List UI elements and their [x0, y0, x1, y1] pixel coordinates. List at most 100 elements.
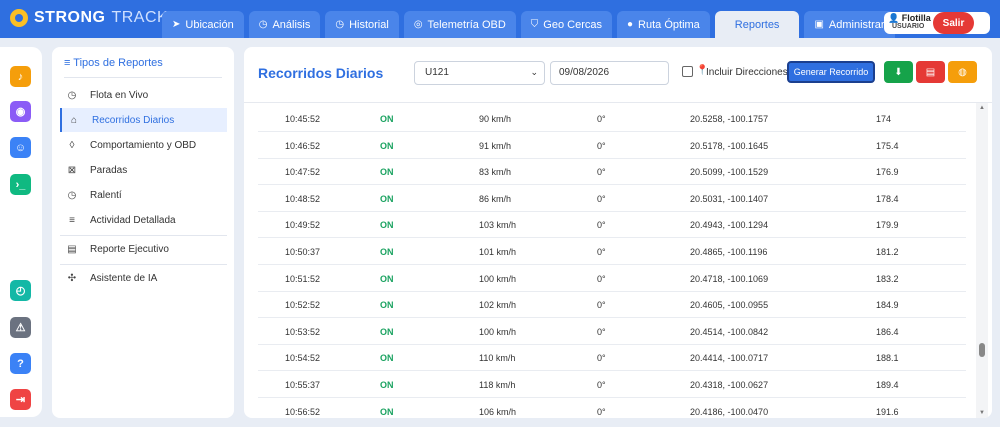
scroll-up-icon[interactable]: ▲ [979, 105, 985, 111]
scrollbar[interactable]: ▲ ▼ [976, 103, 988, 418]
tab-label: Telemetría OBD [427, 18, 506, 31]
speed-cell: 110 km/h [479, 353, 516, 364]
status-cell: ON [380, 380, 394, 390]
chevron-down-icon: ⌄ [530, 67, 538, 77]
table-row[interactable]: 10:53:52 ON 100 km/h 0° 20.4514, -100.0842 18… [258, 318, 966, 345]
bell-icon[interactable]: ♪ [10, 66, 31, 87]
table-row[interactable]: 10:46:52 ON 91 km/h 0° 20.5178, -100.1645 175… [258, 132, 966, 159]
tab-ruta-ptima[interactable]: ● Ruta Óptima [617, 11, 710, 38]
report-type-label: Reporte Ejecutivo [90, 243, 169, 255]
coordinates-cell: 20.5031, -100.1407 [690, 193, 769, 204]
include-directions-label: Incluir Direcciones [706, 67, 788, 78]
coordinates-cell: 20.4718, -100.1069 [690, 273, 769, 284]
tab-reportes[interactable]: Reportes [714, 11, 800, 38]
map-pin-icon[interactable]: ◉ [10, 101, 31, 122]
time-cell: 10:55:37 [285, 380, 321, 390]
globe-button[interactable]: ◍ [948, 61, 977, 83]
tab-label: Historial [349, 18, 389, 31]
status-cell: ON [380, 273, 394, 284]
status-cell: ON [380, 167, 394, 178]
help-icon[interactable]: ? [10, 353, 31, 374]
tab-historial[interactable]: ◷ Historial [325, 11, 399, 38]
report-type-paradas[interactable]: ⊠ Paradas [60, 158, 227, 182]
clock-icon: ◷ [67, 89, 77, 101]
report-type-reporte-ejecutivo[interactable]: ▤ Reporte Ejecutivo [60, 237, 227, 261]
vehicle-select[interactable]: U121 ⌄ [414, 61, 545, 85]
exit-icon[interactable]: ⇥ [10, 389, 31, 410]
scroll-thumb[interactable] [979, 343, 985, 357]
speed-cell: 90 km/h [479, 114, 512, 124]
date-input[interactable]: 09/08/2026 [550, 61, 669, 85]
generate-route-button[interactable]: Generar Recorrido [787, 61, 875, 83]
time-cell: 10:52:52 [285, 300, 321, 311]
divider [64, 77, 222, 78]
network-icon: ✣ [67, 272, 77, 284]
report-type-ralent-[interactable]: ◷ Ralentí [60, 183, 227, 207]
tab-ubicaci-n[interactable]: ➤ Ubicación [162, 11, 244, 38]
speed-cell: 103 km/h [479, 220, 517, 231]
report-type-recorridos-diarios[interactable]: ⌂ Recorridos Diarios [60, 108, 227, 132]
time-cell: 10:54:52 [285, 353, 321, 364]
timer-icon[interactable]: ◴ [10, 280, 31, 301]
tab-label: Análisis [272, 18, 311, 31]
status-cell: ON [380, 114, 394, 124]
heading-cell: 0° [597, 326, 606, 337]
time-cell: 10:50:37 [285, 247, 321, 257]
coordinates-cell: 20.4865, -100.1196 [690, 247, 768, 257]
status-cell: ON [380, 326, 394, 337]
terminal-icon[interactable]: ›_ [10, 174, 31, 195]
odometer-cell: 179.9 [876, 220, 899, 231]
odometer-cell: 188.1 [876, 353, 899, 364]
panel-title: ≡ Tipos de Reportes [64, 57, 163, 69]
tab-label: Geo Cercas [543, 18, 602, 31]
download-button[interactable]: ⬇ [884, 61, 913, 83]
status-cell: ON [380, 193, 394, 204]
status-cell: ON [380, 353, 394, 364]
table-row[interactable]: 10:48:52 ON 86 km/h 0° 20.5031, -100.1407 178… [258, 185, 966, 212]
tab-geo-cercas[interactable]: ⛉ Geo Cercas [520, 11, 612, 38]
shield-icon: ⛉ [530, 19, 539, 30]
odometer-cell: 181.2 [876, 247, 899, 257]
time-cell: 10:56:52 [285, 406, 321, 417]
divider [60, 264, 227, 265]
speed-cell: 83 km/h [479, 167, 512, 178]
tab-an-lisis[interactable]: ◷ Análisis [248, 11, 321, 38]
tab-administrar[interactable]: ▣ Administrar [804, 11, 895, 38]
send-icon: ➤ [172, 19, 181, 30]
divider [60, 235, 227, 236]
tab-telemetr-a-obd[interactable]: ◎ Telemetría OBD [403, 11, 516, 38]
status-cell: ON [380, 247, 394, 257]
top-bar: STRONG TRACK ➤ Ubicación ◷ Análisis ◷ Histori… [0, 0, 1000, 38]
odometer-cell: 183.2 [876, 273, 899, 284]
table-row[interactable]: 10:54:52 ON 110 km/h 0° 20.4414, -100.0717 18… [258, 344, 966, 372]
table-row[interactable]: 10:49:52 ON 103 km/h 0° 20.4943, -100.1294 17… [258, 211, 966, 239]
alert-icon[interactable]: ⚠ [10, 317, 31, 338]
logout-button[interactable]: Salir [933, 12, 974, 34]
report-type-label: Flota en Vivo [90, 89, 149, 101]
heading-cell: 0° [597, 114, 606, 124]
table-row[interactable]: 10:52:52 ON 102 km/h 0° 20.4605, -100.0955 18… [258, 291, 966, 319]
report-type-asistente-de-ia[interactable]: ✣ Asistente de IA [60, 266, 227, 290]
scroll-down-icon[interactable]: ▼ [979, 410, 985, 416]
table-row[interactable]: 10:55:37 ON 118 km/h 0° 20.4318, -100.0627 18… [258, 371, 966, 398]
report-type-flota-en-vivo[interactable]: ◷ Flota en Vivo [60, 83, 227, 107]
table-row[interactable]: 10:47:52 ON 83 km/h 0° 20.5099, -100.1529 176… [258, 158, 966, 186]
status-cell: ON [380, 140, 394, 151]
report-type-label: Asistente de IA [90, 272, 158, 284]
report-type-actividad-detallada[interactable]: ≡ Actividad Detallada [60, 208, 227, 232]
table-row[interactable]: 10:51:52 ON 100 km/h 0° 20.4718, -100.1069 18… [258, 265, 966, 292]
table-row[interactable]: 10:50:37 ON 101 km/h 0° 20.4865, -100.1196 18… [258, 238, 966, 265]
logo-icon [10, 9, 28, 27]
table-row[interactable]: 10:45:52 ON 90 km/h 0° 20.5258, -100.1757 174 [258, 105, 966, 132]
pdf-button[interactable]: ▤ [916, 61, 945, 83]
user-icon[interactable]: ☺ [10, 137, 31, 158]
speed-cell: 100 km/h [479, 273, 517, 284]
tab-label: Ruta Óptima [638, 18, 700, 31]
icon-rail: ♪ ◉ ☺ ›_ ◴ ⚠? ⇥ [0, 47, 42, 417]
coordinates-cell: 20.4318, -100.0627 [690, 380, 769, 390]
heading-cell: 0° [597, 247, 606, 257]
table-row[interactable]: 10:56:52 ON 106 km/h 0° 20.4186, -100.0470 19… [258, 398, 966, 418]
brand-logo-group[interactable]: STRONG TRACK [10, 9, 168, 27]
include-directions-checkbox[interactable] [682, 66, 693, 77]
report-type-comportamiento-y-obd[interactable]: ◊ Comportamiento y OBD [60, 133, 227, 157]
